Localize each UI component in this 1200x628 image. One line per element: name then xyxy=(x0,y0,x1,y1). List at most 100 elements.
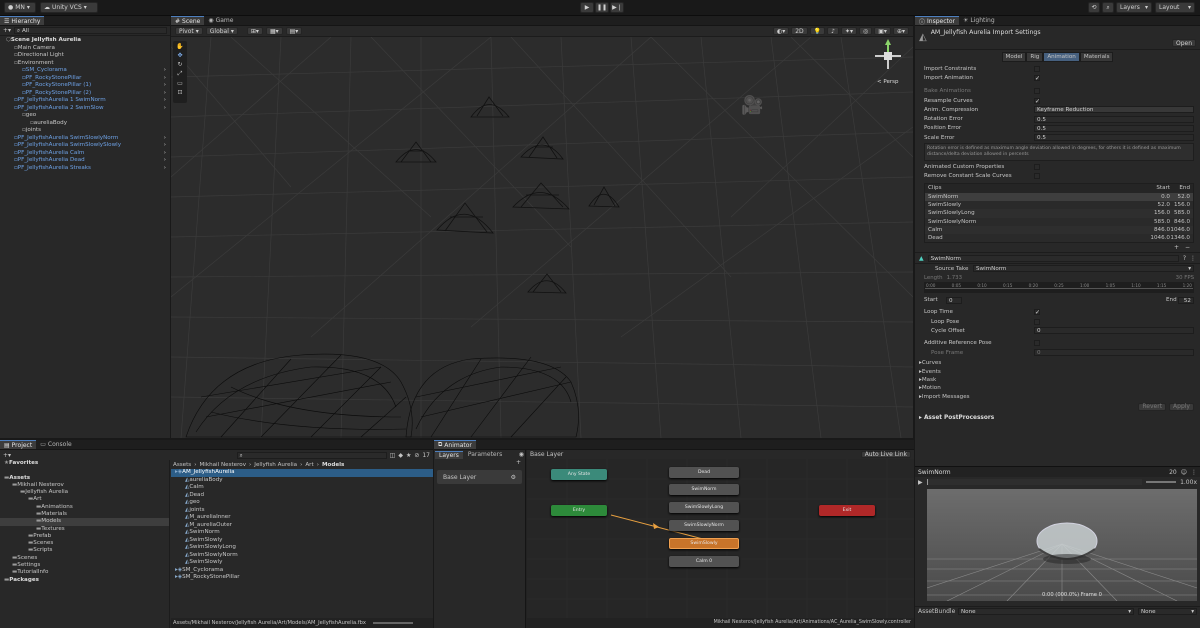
setting-checkbox[interactable] xyxy=(1034,65,1040,72)
vcs-button[interactable]: ☁ Unity VCS ▾ xyxy=(40,2,98,13)
folder-item[interactable]: ▬ Scenes xyxy=(0,555,169,562)
breadcrumb-item[interactable]: Models xyxy=(322,462,344,468)
help-icon[interactable]: ? xyxy=(1183,255,1186,262)
foldout-motion[interactable]: ▸ Motion xyxy=(919,384,1194,392)
tab-console[interactable]: ▭ Console xyxy=(36,440,76,449)
file-item[interactable]: ◭ SwimSlowly xyxy=(171,559,433,567)
revert-button[interactable]: Revert xyxy=(1138,402,1167,411)
layout-dropdown[interactable]: Layout ▾ xyxy=(1155,2,1195,13)
add-icon[interactable]: +▾ xyxy=(3,452,11,459)
gear-icon[interactable]: ⚙ xyxy=(511,474,516,481)
hierarchy-item[interactable]: ⬡ Scene Jellyfish Aurelia xyxy=(0,37,170,45)
rect-tool-icon[interactable]: ▭ xyxy=(177,80,183,87)
clip-row[interactable]: Dead 1046.0 1346.0 xyxy=(925,233,1193,243)
hierarchy-item[interactable]: ▫ PF_JellyfishAurelia 2 SwimSlow › xyxy=(0,105,170,113)
audio-toggle[interactable]: ♪ xyxy=(827,27,839,35)
file-item[interactable]: ◭ SwimSlowly xyxy=(171,537,433,545)
tab-animator[interactable]: ⧉ Animator xyxy=(434,440,476,449)
foldout-mask[interactable]: ▸ Mask xyxy=(919,376,1194,384)
tab-hierarchy[interactable]: ☰ Hierarchy xyxy=(0,16,45,25)
file-item[interactable]: ◭ SwimNorm xyxy=(171,529,433,537)
state-swimnorm[interactable]: SwimNorm xyxy=(669,484,739,495)
lighting-toggle[interactable]: 💡 xyxy=(809,27,826,35)
setting-checkbox[interactable] xyxy=(1034,164,1040,171)
hierarchy-search[interactable]: ⌕ All xyxy=(14,27,167,34)
file-item[interactable]: ◭ M_aureliaOuter xyxy=(171,522,433,530)
hierarchy-item[interactable]: ▫ Environment xyxy=(0,60,170,68)
camera-gizmo-icon[interactable]: 🎥 xyxy=(741,95,763,116)
folder-item[interactable] xyxy=(0,467,169,474)
folder-item[interactable]: ▬ Jellyfish Aurelia xyxy=(0,489,169,496)
clip-row[interactable]: SwimSlowly 52.0 156.0 xyxy=(925,201,1193,210)
grid-button[interactable]: ▦▾ xyxy=(265,27,283,35)
clip-row[interactable]: SwimNorm 0.0 52.0 xyxy=(925,192,1193,202)
breadcrumb-item[interactable]: Art xyxy=(305,462,313,468)
hidden-count-icon[interactable]: ⊘ xyxy=(414,452,419,459)
state-swimslowly-default[interactable]: SwimSlowly xyxy=(669,538,739,549)
setting-checkbox[interactable] xyxy=(1034,173,1040,180)
chevron-right-icon[interactable]: › xyxy=(164,90,170,98)
global-dropdown[interactable]: Global ▾ xyxy=(205,27,238,35)
hierarchy-item[interactable]: ▫ PF_JellyfishAurelia Calm › xyxy=(0,150,170,158)
folder-item[interactable]: ▬ Mikhail Nesterov xyxy=(0,482,169,489)
setting-checkbox[interactable]: ✓ xyxy=(1034,97,1040,104)
camera-settings-button[interactable]: ▣▾ xyxy=(874,27,891,35)
gizmos-button[interactable]: ⊕▾ xyxy=(892,27,909,35)
foldout-events[interactable]: ▸ Events xyxy=(919,367,1194,375)
filter-type-icon[interactable]: ◫ xyxy=(390,452,396,459)
tab-layers[interactable]: Layers xyxy=(435,450,463,459)
open-button[interactable]: Open xyxy=(1171,39,1196,47)
state-calm[interactable]: Calm 0 xyxy=(669,556,739,567)
import-tab-materials[interactable]: Materials xyxy=(1079,52,1114,62)
chevron-right-icon[interactable]: › xyxy=(164,75,170,83)
search-button[interactable]: ⌕ xyxy=(1102,2,1114,13)
breadcrumb-item[interactable]: Mikhail Nesterov xyxy=(199,462,246,468)
step-button[interactable]: ▶❘ xyxy=(610,2,624,13)
clip-name-field[interactable]: SwimNorm xyxy=(927,254,1179,262)
hierarchy-item[interactable]: ▫ Main Camera xyxy=(0,45,170,53)
file-item[interactable]: ◭ M_aureliaInner xyxy=(171,514,433,522)
chevron-right-icon[interactable]: › xyxy=(164,82,170,90)
add-icon[interactable]: +▾ xyxy=(3,27,11,34)
folder-item[interactable]: ▬ Models xyxy=(0,518,169,526)
entry-node[interactable]: Entry xyxy=(551,505,607,516)
icon-size-slider[interactable] xyxy=(372,622,413,624)
file-item[interactable]: ▸◈ SM_RockyStonePillar xyxy=(171,574,433,582)
play-icon[interactable]: ▶ xyxy=(918,479,923,486)
folder-item[interactable]: ▬ Animations xyxy=(0,504,169,511)
hierarchy-item[interactable]: ▫ PF_JellyfishAurelia 1 SwimNorm › xyxy=(0,97,170,105)
file-item[interactable]: ◭ geo xyxy=(171,499,433,507)
setting-checkbox[interactable]: ✓ xyxy=(1034,74,1040,81)
foldout-import-messages[interactable]: ▸ Import Messages xyxy=(919,392,1194,400)
loop-time-checkbox[interactable]: ✓ xyxy=(1034,309,1040,316)
draw-mode-button[interactable]: ◐▾ xyxy=(772,27,790,35)
folder-item[interactable]: ▬ Packages xyxy=(0,577,169,584)
state-swimslowlynorm[interactable]: SwimSlowlyNorm xyxy=(669,520,739,531)
import-tab-animation[interactable]: Animation xyxy=(1043,52,1080,62)
settings-icon[interactable]: ⋮ xyxy=(1190,255,1196,262)
hierarchy-item[interactable]: ▫ PF_RockyStonePillar (2) › xyxy=(0,90,170,98)
hierarchy-item[interactable]: ▫ PF_JellyfishAurelia SwimSlowlyNorm › xyxy=(0,135,170,143)
source-take-dropdown[interactable]: SwimNorm ▾ xyxy=(973,265,1194,273)
cycle-offset-field[interactable]: 0 xyxy=(1034,327,1194,335)
hierarchy-item[interactable]: ▫ PF_RockyStonePillar › xyxy=(0,75,170,83)
snap-button[interactable]: ⊞▾ xyxy=(246,27,263,35)
auto-live-link-button[interactable]: Auto Live Link xyxy=(860,451,911,458)
chevron-right-icon[interactable]: › xyxy=(164,142,170,150)
folder-item[interactable]: ▬ Assets xyxy=(0,475,169,482)
state-dead[interactable]: Dead xyxy=(669,467,739,478)
orientation-gizmo[interactable] xyxy=(871,39,905,73)
apply-button[interactable]: Apply xyxy=(1169,402,1194,411)
additive-checkbox[interactable] xyxy=(1034,340,1040,347)
setting-field[interactable]: 0.5 xyxy=(1034,134,1194,142)
folder-item[interactable]: ▬ Art xyxy=(0,496,169,503)
effects-toggle[interactable]: ✦▾ xyxy=(840,27,858,35)
setting-field[interactable]: 0.5 xyxy=(1034,124,1194,132)
hierarchy-item[interactable]: ▫ geo xyxy=(0,112,170,120)
foldout-curves[interactable]: ▸ Curves xyxy=(919,359,1194,367)
account-button[interactable]: ● MN ▾ xyxy=(4,2,36,13)
filter-label-icon[interactable]: ◆ xyxy=(398,452,403,459)
tab-game[interactable]: ◉ Game xyxy=(204,16,237,25)
tab-inspector[interactable]: ⓘ Inspector xyxy=(915,16,960,26)
hierarchy-item[interactable]: ▫ SM_Cyclorama › xyxy=(0,67,170,75)
